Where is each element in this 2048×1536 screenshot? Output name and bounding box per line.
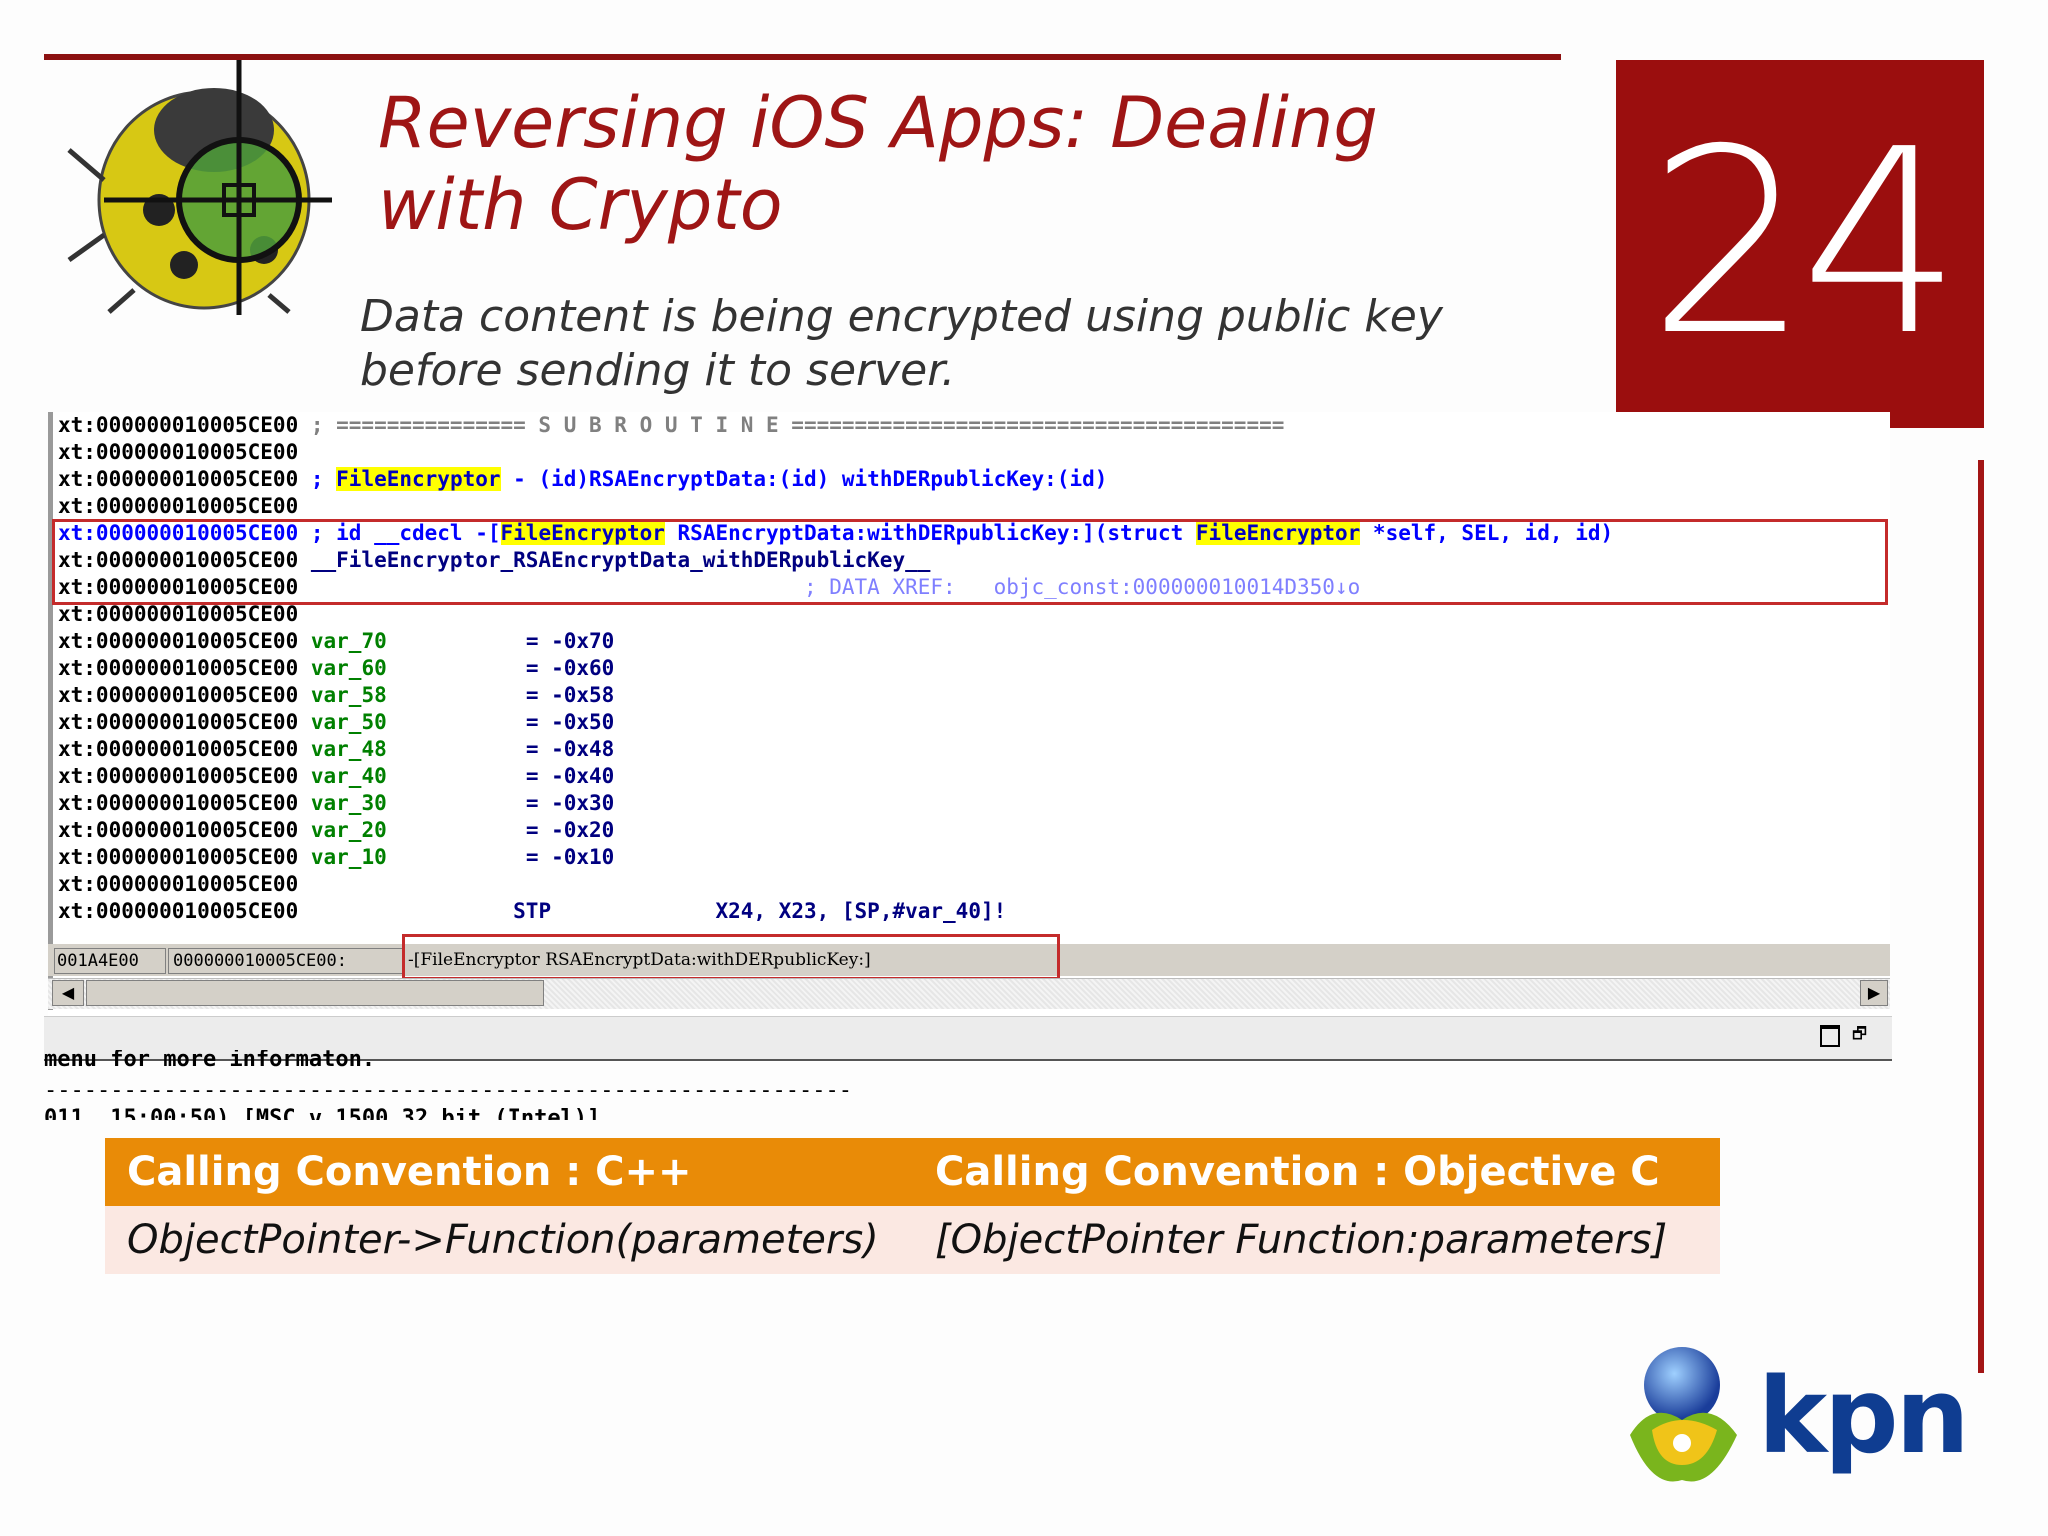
- var-line[interactable]: xt:000000010005CE00 var_40 = -0x40: [58, 763, 614, 790]
- subtitle-line-1: Data content is being encrypted using pu…: [360, 291, 1443, 342]
- header-objc: Calling Convention : Objective C: [935, 1149, 1660, 1195]
- var-line[interactable]: xt:000000010005CE00 var_30 = -0x30: [58, 790, 614, 817]
- instruction-line[interactable]: xt:000000010005CE00 STP X24, X23, [SP,#v…: [58, 898, 1006, 925]
- status-address: 000000010005CE00:: [168, 948, 404, 974]
- slide-title: Reversing iOS Apps: Dealing with Crypto: [378, 82, 1378, 246]
- var-line[interactable]: xt:000000010005CE00 var_20 = -0x20: [58, 817, 614, 844]
- console-line: menu for more informaton.: [44, 1050, 376, 1072]
- code-line[interactable]: xt:000000010005CE00: [58, 439, 298, 466]
- kpn-wordmark: kpn: [1758, 1355, 1970, 1477]
- scroll-right-arrow-icon[interactable]: ▶: [1860, 980, 1888, 1006]
- highlight-box-prototype: [52, 519, 1888, 605]
- table-row: ObjectPointer->Function(parameters) [Obj…: [105, 1206, 1720, 1274]
- subtitle-line-2: before sending it to server.: [360, 345, 956, 396]
- ida-ladybug-logo-icon: [67, 60, 332, 315]
- console-separator: ----------------------------------------…: [44, 1078, 852, 1103]
- highlight-box-status: [402, 934, 1060, 980]
- restore-window-icon[interactable]: 🗗: [1852, 1025, 1870, 1043]
- var-line[interactable]: xt:000000010005CE00 var_50 = -0x50: [58, 709, 614, 736]
- ida-left-margin: [48, 412, 53, 1010]
- cell-objc: [ObjectPointer Function:parameters]: [935, 1217, 1668, 1263]
- var-line[interactable]: xt:000000010005CE00 var_70 = -0x70: [58, 628, 614, 655]
- scroll-thumb[interactable]: [86, 980, 544, 1006]
- console-line: 011, 15:00:50) [MSC v.1500 32 bit (Intel…: [44, 1108, 600, 1120]
- slide-number-box: 24: [1616, 60, 1984, 428]
- slide-number: 24: [1647, 95, 1962, 392]
- var-line[interactable]: xt:000000010005CE00 var_48 = -0x48: [58, 736, 614, 763]
- code-line[interactable]: xt:000000010005CE00: [58, 871, 298, 898]
- status-file-offset: 001A4E00: [54, 948, 166, 974]
- table-header-row: Calling Convention : C++ Calling Convent…: [105, 1138, 1720, 1206]
- var-line[interactable]: xt:000000010005CE00 var_10 = -0x10: [58, 844, 614, 871]
- var-line[interactable]: xt:000000010005CE00 var_58 = -0x58: [58, 682, 614, 709]
- header-cpp: Calling Convention : C++: [127, 1149, 692, 1195]
- slide-subtitle: Data content is being encrypted using pu…: [360, 290, 1500, 398]
- code-line[interactable]: xt:000000010005CE00: [58, 493, 298, 520]
- var-line[interactable]: xt:000000010005CE00 var_60 = -0x60: [58, 655, 614, 682]
- right-rule: [1978, 460, 1984, 1373]
- code-line[interactable]: xt:000000010005CE00: [58, 601, 298, 628]
- cell-cpp: ObjectPointer->Function(parameters): [127, 1217, 879, 1263]
- maximize-window-icon[interactable]: [1820, 1025, 1840, 1047]
- scroll-left-arrow-icon[interactable]: ◀: [52, 980, 84, 1006]
- code-line[interactable]: xt:000000010005CE00 ; =============== S …: [58, 412, 1284, 439]
- code-line[interactable]: xt:000000010005CE00 ; FileEncryptor - (i…: [58, 466, 1107, 493]
